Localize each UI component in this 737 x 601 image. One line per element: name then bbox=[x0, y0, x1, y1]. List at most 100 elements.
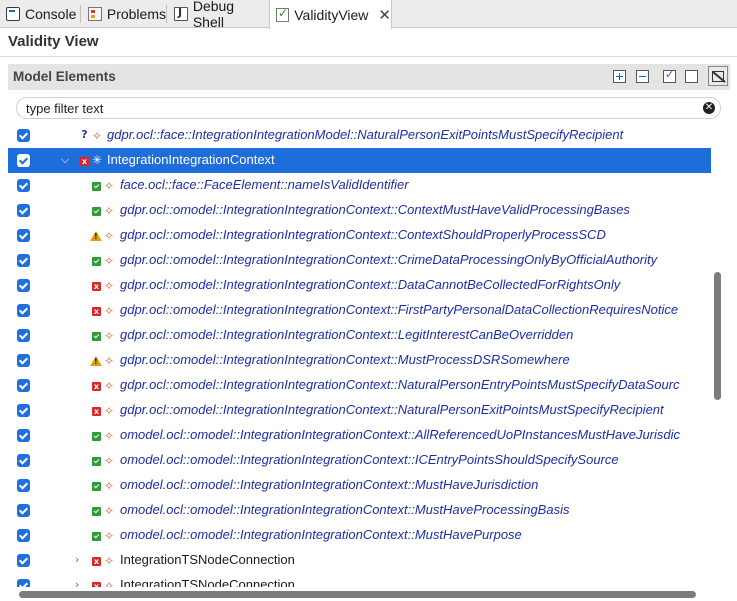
page-title: Validity View bbox=[8, 33, 99, 50]
status-error-icon: x bbox=[92, 282, 101, 291]
constraint-icon: ✧ bbox=[104, 279, 115, 293]
tree-row[interactable]: x ✧ gdpr.ocl::omodel::IntegrationIntegra… bbox=[8, 273, 711, 298]
constraint-icon: ✧ bbox=[104, 254, 115, 268]
row-checkbox[interactable] bbox=[17, 179, 30, 192]
row-label: face.ocl::face::FaceElement::nameIsValid… bbox=[120, 177, 409, 192]
status-ok-icon bbox=[92, 432, 101, 441]
row-checkbox[interactable] bbox=[17, 379, 30, 392]
tree-row[interactable]: ✧ gdpr.ocl::omodel::IntegrationIntegrati… bbox=[8, 323, 711, 348]
tree-row[interactable]: ✧ omodel.ocl::omodel::IntegrationIntegra… bbox=[8, 473, 711, 498]
tree-row[interactable]: x ✧ gdpr.ocl::omodel::IntegrationIntegra… bbox=[8, 298, 711, 323]
row-checkbox[interactable] bbox=[17, 554, 30, 567]
row-checkbox[interactable] bbox=[17, 579, 30, 587]
check-all-icon[interactable] bbox=[663, 68, 676, 83]
tab-validity-view[interactable]: ValidityView ✕ bbox=[269, 0, 392, 29]
status-error-icon: x bbox=[92, 582, 101, 587]
tab-problems[interactable]: Problems bbox=[82, 0, 166, 28]
console-icon bbox=[6, 7, 20, 21]
row-label: IntegrationTSNodeConnection bbox=[120, 577, 295, 587]
row-label: omodel.ocl::omodel::IntegrationIntegrati… bbox=[120, 452, 619, 467]
tree-row[interactable]: x ✧ gdpr.ocl::omodel::IntegrationIntegra… bbox=[8, 398, 711, 423]
tree-row[interactable]: ✧ omodel.ocl::omodel::IntegrationIntegra… bbox=[8, 498, 711, 523]
context-element-icon: ✳ bbox=[92, 153, 103, 167]
constraint-icon: ✧ bbox=[104, 329, 115, 343]
tree-row[interactable]: ✧ gdpr.ocl::omodel::IntegrationIntegrati… bbox=[8, 248, 711, 273]
row-label: gdpr.ocl::omodel::IntegrationIntegration… bbox=[120, 402, 664, 417]
row-checkbox[interactable] bbox=[17, 404, 30, 417]
row-checkbox[interactable] bbox=[17, 529, 30, 542]
row-checkbox[interactable] bbox=[17, 429, 30, 442]
tree-row[interactable]: ? ✧ gdpr.ocl::face::IntegrationIntegrati… bbox=[8, 123, 711, 148]
row-checkbox[interactable] bbox=[17, 304, 30, 317]
row-checkbox[interactable] bbox=[17, 279, 30, 292]
debug-shell-icon bbox=[174, 6, 188, 21]
tab-console-label: Console bbox=[25, 6, 77, 22]
constraint-icon: ✧ bbox=[104, 479, 115, 493]
chevron-right-icon[interactable]: › bbox=[75, 553, 85, 566]
clear-filter-icon[interactable]: ✕ bbox=[703, 102, 715, 114]
constraint-icon: ✧ bbox=[104, 404, 115, 418]
horizontal-scrollbar[interactable] bbox=[19, 591, 696, 598]
filter-field: ✕ bbox=[16, 97, 721, 119]
tree-row[interactable]: › x ✧ IntegrationTSNodeConnection bbox=[8, 573, 711, 587]
row-checkbox[interactable] bbox=[17, 329, 30, 342]
tree-row-selected[interactable]: ⌵ x ✳ IntegrationIntegrationContext bbox=[8, 148, 711, 173]
constraint-icon: ✧ bbox=[104, 354, 115, 368]
status-unknown-icon: ? bbox=[81, 128, 88, 141]
row-label: omodel.ocl::omodel::IntegrationIntegrati… bbox=[120, 477, 539, 492]
status-warning-icon bbox=[90, 231, 102, 241]
problems-icon bbox=[88, 7, 102, 21]
row-checkbox[interactable] bbox=[17, 229, 30, 242]
tree-row[interactable]: ✧ omodel.ocl::omodel::IntegrationIntegra… bbox=[8, 423, 711, 448]
tab-debug-shell[interactable]: Debug Shell bbox=[168, 0, 268, 30]
tree-row[interactable]: › x ✧ IntegrationTSNodeConnection bbox=[8, 548, 711, 573]
tree-row[interactable]: ✧ face.ocl::face::FaceElement::nameIsVal… bbox=[8, 173, 711, 198]
constraint-icon: ✧ bbox=[104, 179, 115, 193]
row-checkbox[interactable] bbox=[17, 154, 30, 167]
row-checkbox[interactable] bbox=[17, 354, 30, 367]
chevron-right-icon[interactable]: › bbox=[75, 578, 85, 587]
chevron-down-icon[interactable]: ⌵ bbox=[61, 153, 71, 166]
constraint-icon: ✧ bbox=[104, 229, 115, 243]
row-checkbox[interactable] bbox=[17, 254, 30, 267]
row-checkbox[interactable] bbox=[17, 504, 30, 517]
status-ok-icon bbox=[92, 207, 101, 216]
section-title: Model Elements bbox=[13, 69, 116, 84]
collapse-all-icon[interactable] bbox=[636, 70, 649, 83]
row-checkbox[interactable] bbox=[17, 454, 30, 467]
tab-console[interactable]: Console bbox=[0, 0, 80, 28]
tree-row[interactable]: ✧ omodel.ocl::omodel::IntegrationIntegra… bbox=[8, 523, 711, 548]
row-label: gdpr.ocl::face::IntegrationIntegrationMo… bbox=[107, 127, 624, 142]
tree-row[interactable]: x ✧ gdpr.ocl::omodel::IntegrationIntegra… bbox=[8, 373, 711, 398]
status-error-icon: x bbox=[92, 382, 101, 391]
tab-bar: Console Problems Debug Shell ValidityVie… bbox=[0, 0, 737, 30]
uncheck-all-icon[interactable] bbox=[685, 70, 698, 83]
row-checkbox[interactable] bbox=[17, 129, 30, 142]
tab-validity-view-label: ValidityView bbox=[294, 6, 369, 23]
row-label: gdpr.ocl::omodel::IntegrationIntegration… bbox=[120, 302, 679, 317]
row-label: gdpr.ocl::omodel::IntegrationIntegration… bbox=[120, 377, 680, 392]
constraint-icon: ✧ bbox=[104, 454, 115, 468]
filter-input[interactable] bbox=[26, 100, 686, 116]
tree-row[interactable]: ✧ gdpr.ocl::omodel::IntegrationIntegrati… bbox=[8, 223, 711, 248]
status-ok-icon bbox=[92, 507, 101, 516]
title-divider bbox=[0, 56, 737, 57]
close-icon[interactable]: ✕ bbox=[378, 6, 391, 24]
row-label: gdpr.ocl::omodel::IntegrationIntegration… bbox=[120, 252, 658, 267]
vertical-scrollbar[interactable] bbox=[714, 272, 721, 400]
row-label: omodel.ocl::omodel::IntegrationIntegrati… bbox=[120, 427, 681, 442]
status-error-icon: x bbox=[92, 407, 101, 416]
status-ok-icon bbox=[92, 257, 101, 266]
row-label: gdpr.ocl::omodel::IntegrationIntegration… bbox=[120, 202, 630, 217]
filter-toggle-icon[interactable] bbox=[708, 66, 728, 86]
tree-row[interactable]: ✧ omodel.ocl::omodel::IntegrationIntegra… bbox=[8, 448, 711, 473]
expand-all-icon[interactable] bbox=[613, 70, 626, 83]
validity-view-icon bbox=[276, 6, 290, 22]
tree-row[interactable]: ✧ gdpr.ocl::omodel::IntegrationIntegrati… bbox=[8, 348, 711, 373]
model-elements-header: Model Elements bbox=[8, 64, 730, 90]
row-checkbox[interactable] bbox=[17, 204, 30, 217]
row-checkbox[interactable] bbox=[17, 479, 30, 492]
model-elements-tree: ? ✧ gdpr.ocl::face::IntegrationIntegrati… bbox=[8, 123, 711, 587]
constraint-icon: ✧ bbox=[92, 129, 103, 143]
tree-row[interactable]: ✧ gdpr.ocl::omodel::IntegrationIntegrati… bbox=[8, 198, 711, 223]
